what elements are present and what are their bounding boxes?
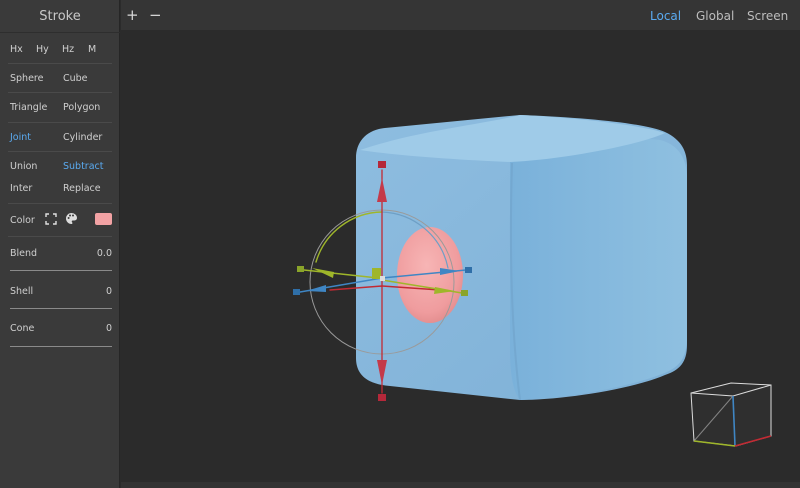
shape-polygon-button[interactable]: Polygon [63,102,116,113]
panel-title: Stroke [0,0,120,33]
color-label: Color [10,214,35,226]
remove-button[interactable]: − [149,6,162,24]
blend-value: 0.0 [96,248,112,259]
view-cube[interactable] [690,382,772,447]
status-bar [121,482,800,488]
divider [8,203,112,204]
shape-joint-button[interactable]: Joint [10,132,63,143]
color-swatch[interactable] [95,213,112,225]
axis-m-button[interactable]: M [88,44,114,55]
blend-slider[interactable] [10,270,112,271]
color-row: Color [10,212,114,228]
shell-param[interactable]: Shell 0 [10,286,112,297]
divider [8,63,112,64]
space-local-tab[interactable]: Local [650,9,681,23]
space-global-tab[interactable]: Global [696,9,734,23]
add-button[interactable]: + [126,6,139,24]
shell-label: Shell [10,286,34,297]
palette-icon[interactable] [65,212,78,225]
viewport-toolbar: + − Local Global Screen [121,0,800,30]
shape-row: Triangle Polygon [10,102,111,113]
scene[interactable] [121,0,800,488]
shape-row: Joint Cylinder [10,132,111,143]
shape-row: Sphere Cube [10,73,111,84]
stroke-panel: Stroke Hx Hy Hz M Sphere Cube Triangle P… [0,0,120,488]
axis-hy-button[interactable]: Hy [36,44,62,55]
shape-cube-button[interactable]: Cube [63,73,116,84]
divider [8,92,112,93]
blend-param[interactable]: Blend 0.0 [10,248,112,259]
shape-cylinder-button[interactable]: Cylinder [63,132,116,143]
shell-slider[interactable] [10,308,112,309]
shell-value: 0 [105,286,112,297]
axis-hz-button[interactable]: Hz [62,44,88,55]
op-inter-button[interactable]: Inter [10,183,63,194]
divider [8,236,112,237]
divider [8,122,112,123]
op-union-button[interactable]: Union [10,161,63,172]
shape-sphere-button[interactable]: Sphere [10,73,63,84]
space-screen-tab[interactable]: Screen [747,9,788,23]
cone-param[interactable]: Cone 0 [10,323,112,334]
op-replace-button[interactable]: Replace [63,183,116,194]
fit-icon[interactable] [45,213,57,225]
cone-label: Cone [10,323,35,334]
axis-toggles: Hx Hy Hz M [10,44,111,55]
viewport[interactable] [121,0,800,488]
cone-slider[interactable] [10,346,112,347]
cone-value: 0 [105,323,112,334]
divider [8,151,112,152]
op-subtract-button[interactable]: Subtract [63,161,116,172]
op-row: Union Subtract [10,161,111,172]
shape-triangle-button[interactable]: Triangle [10,102,63,113]
axis-hx-button[interactable]: Hx [10,44,36,55]
op-row: Inter Replace [10,183,111,194]
blend-label: Blend [10,248,38,259]
